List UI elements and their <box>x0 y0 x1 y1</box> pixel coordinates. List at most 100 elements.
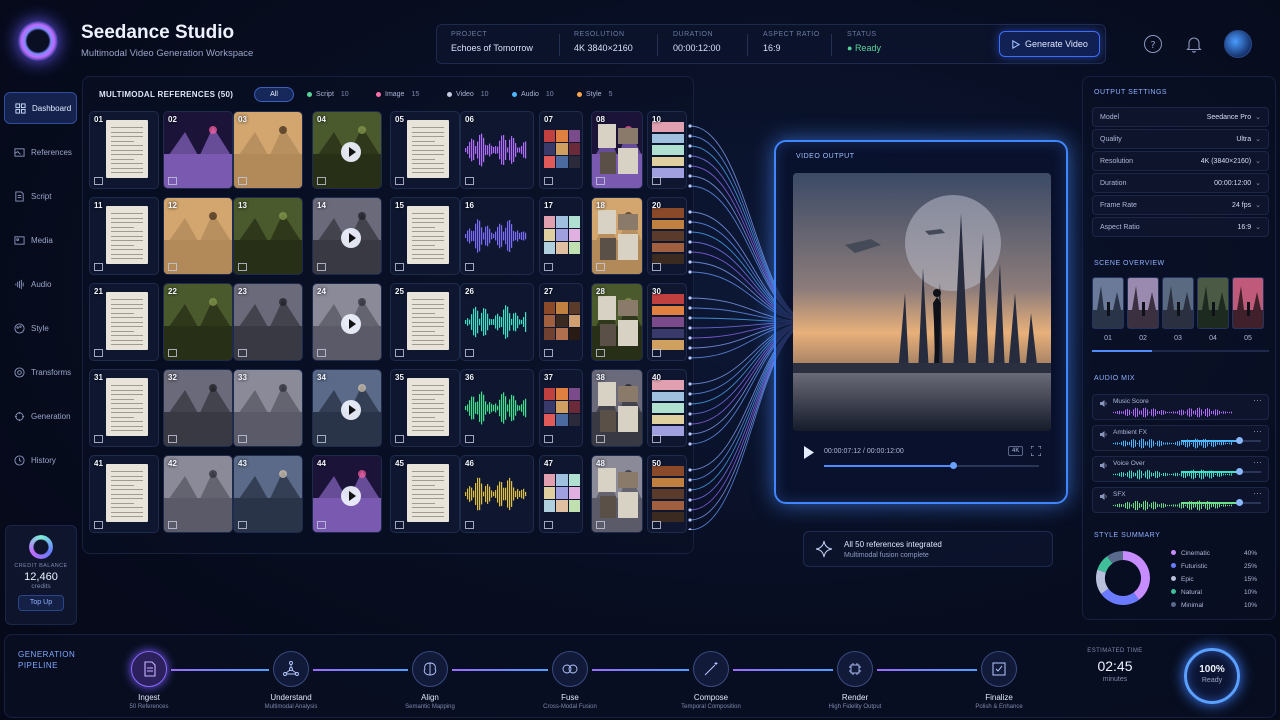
reference-tile-aud[interactable]: 46 <box>460 455 534 533</box>
reference-tile-img[interactable]: 4849 <box>591 455 643 533</box>
reference-tile-doc[interactable]: 11 <box>89 197 159 275</box>
reference-tile-pal[interactable]: 47 <box>539 455 583 533</box>
play-icon[interactable] <box>341 400 361 420</box>
reference-tile-vid[interactable]: 14 <box>312 197 382 275</box>
reference-tile-img[interactable]: 3839 <box>591 369 643 447</box>
reference-tile-doc[interactable]: 45 <box>390 455 460 533</box>
sidebar-item-audio[interactable]: Audio <box>4 268 77 300</box>
sidebar-item-references[interactable]: References <box>4 136 77 168</box>
sidebar-item-media[interactable]: Media <box>4 224 77 256</box>
reference-tile-img[interactable]: 23 <box>233 283 303 361</box>
play-icon[interactable] <box>341 486 361 506</box>
reference-tile-img[interactable]: 03 <box>233 111 303 189</box>
reference-tile-doc[interactable]: 25 <box>390 283 460 361</box>
reference-tile-doc[interactable]: 15 <box>390 197 460 275</box>
scene-thumbnail[interactable] <box>1232 277 1264 329</box>
reference-tile-doc[interactable]: 35 <box>390 369 460 447</box>
reference-tile-doc[interactable]: 41 <box>89 455 159 533</box>
filter-chip-video[interactable]: Video 10 <box>447 87 489 102</box>
video-preview[interactable] <box>793 173 1051 431</box>
reference-tile-doc[interactable]: 05 <box>390 111 460 189</box>
pipeline-stage-fuse[interactable]: Fuse Cross-Modal Fusion <box>515 651 625 710</box>
reference-tile-img[interactable]: 1819 <box>591 197 643 275</box>
audio-track-music-score[interactable]: Music Score ··· <box>1092 394 1269 420</box>
play-icon[interactable] <box>341 228 361 248</box>
reference-tile-vid[interactable]: 04 <box>312 111 382 189</box>
reference-tile-vid[interactable]: 34 <box>312 369 382 447</box>
reference-tile-doc[interactable]: 21 <box>89 283 159 361</box>
volume-slider-knob[interactable] <box>1235 437 1243 444</box>
play-icon[interactable] <box>341 314 361 334</box>
reference-tile-pal[interactable]: 37 <box>539 369 583 447</box>
setting-quality[interactable]: Quality Ultra ⌄ <box>1092 129 1269 149</box>
setting-model[interactable]: Model Seedance Pro ⌄ <box>1092 107 1269 127</box>
top-up-button[interactable]: Top Up <box>18 595 64 611</box>
speaker-icon[interactable] <box>1099 461 1108 470</box>
sidebar-item-script[interactable]: Script <box>4 180 77 212</box>
scene-thumbnail[interactable] <box>1092 277 1124 329</box>
more-icon[interactable]: ··· <box>1253 426 1262 436</box>
reference-tile-img[interactable]: 0809 <box>591 111 643 189</box>
scene-thumbnail[interactable] <box>1162 277 1194 329</box>
reference-tile-aud[interactable]: 16 <box>460 197 534 275</box>
play-icon[interactable] <box>341 142 361 162</box>
speaker-icon[interactable] <box>1099 430 1108 439</box>
reference-tile-aud[interactable]: 26 <box>460 283 534 361</box>
reference-tile-pal3[interactable]: 40 <box>647 369 687 447</box>
more-icon[interactable]: ··· <box>1253 488 1262 498</box>
speaker-icon[interactable] <box>1099 399 1108 408</box>
filter-chip-all[interactable]: All <box>254 87 294 102</box>
reference-tile-pal3[interactable]: 20 <box>647 197 687 275</box>
reference-tile-doc[interactable]: 31 <box>89 369 159 447</box>
sidebar-item-style[interactable]: Style <box>4 312 77 344</box>
video-progress-knob[interactable] <box>950 462 957 469</box>
filter-chip-image[interactable]: Image 15 <box>376 87 419 102</box>
more-icon[interactable]: ··· <box>1253 395 1262 405</box>
bell-icon[interactable] <box>1183 33 1205 55</box>
reference-tile-img[interactable]: 42 <box>163 455 233 533</box>
reference-tile-img[interactable]: 43 <box>233 455 303 533</box>
reference-tile-pal[interactable]: 27 <box>539 283 583 361</box>
pipeline-stage-compose[interactable]: Compose Temporal Composition <box>656 651 766 710</box>
pipeline-stage-understand[interactable]: Understand Multimodal Analysis <box>236 651 346 710</box>
audio-track-sfx[interactable]: SFX ··· <box>1092 487 1269 513</box>
audio-track-voice-over[interactable]: Voice Over ··· <box>1092 456 1269 482</box>
generate-video-button[interactable]: Generate Video <box>999 31 1100 57</box>
reference-tile-img[interactable]: 02 <box>163 111 233 189</box>
fullscreen-icon[interactable] <box>1031 446 1041 456</box>
reference-tile-img[interactable]: 13 <box>233 197 303 275</box>
reference-tile-img[interactable]: 33 <box>233 369 303 447</box>
more-icon[interactable]: ··· <box>1253 457 1262 467</box>
sidebar-item-history[interactable]: History <box>4 444 77 476</box>
filter-chip-style[interactable]: Style 5 <box>577 87 612 102</box>
reference-tile-img[interactable]: 22 <box>163 283 233 361</box>
audio-track-ambient-fx[interactable]: Ambient FX ··· <box>1092 425 1269 451</box>
reference-tile-vid[interactable]: 24 <box>312 283 382 361</box>
reference-tile-aud[interactable]: 36 <box>460 369 534 447</box>
reference-tile-img[interactable]: 12 <box>163 197 233 275</box>
scene-thumbnail[interactable] <box>1127 277 1159 329</box>
pipeline-stage-render[interactable]: Render High Fidelity Output <box>800 651 910 710</box>
help-icon[interactable]: ? <box>1142 33 1164 55</box>
volume-slider-knob[interactable] <box>1235 499 1243 506</box>
setting-duration[interactable]: Duration 00:00:12:00 ⌄ <box>1092 173 1269 193</box>
sidebar-item-transforms[interactable]: Transforms <box>4 356 77 388</box>
reference-tile-pal3[interactable]: 50 <box>647 455 687 533</box>
reference-tile-doc[interactable]: 01 <box>89 111 159 189</box>
volume-slider-knob[interactable] <box>1235 468 1243 475</box>
pipeline-stage-finalize[interactable]: Finalize Polish & Enhance <box>944 651 1054 710</box>
reference-tile-pal[interactable]: 17 <box>539 197 583 275</box>
sidebar-item-generation[interactable]: Generation <box>4 400 77 432</box>
user-avatar[interactable] <box>1224 30 1252 58</box>
pipeline-stage-align[interactable]: Align Semantic Mapping <box>375 651 485 710</box>
play-icon[interactable] <box>803 446 815 459</box>
filter-chip-audio[interactable]: Audio 10 <box>512 87 554 102</box>
filter-chip-script[interactable]: Script 10 <box>307 87 349 102</box>
reference-tile-pal3[interactable]: 30 <box>647 283 687 361</box>
setting-resolution[interactable]: Resolution 4K (3840×2160) ⌄ <box>1092 151 1269 171</box>
reference-tile-aud[interactable]: 06 <box>460 111 534 189</box>
reference-tile-img[interactable]: 2829 <box>591 283 643 361</box>
setting-frame-rate[interactable]: Frame Rate 24 fps ⌄ <box>1092 195 1269 215</box>
setting-aspect-ratio[interactable]: Aspect Ratio 16:9 ⌄ <box>1092 217 1269 237</box>
pipeline-stage-ingest[interactable]: Ingest 50 References <box>94 651 204 710</box>
